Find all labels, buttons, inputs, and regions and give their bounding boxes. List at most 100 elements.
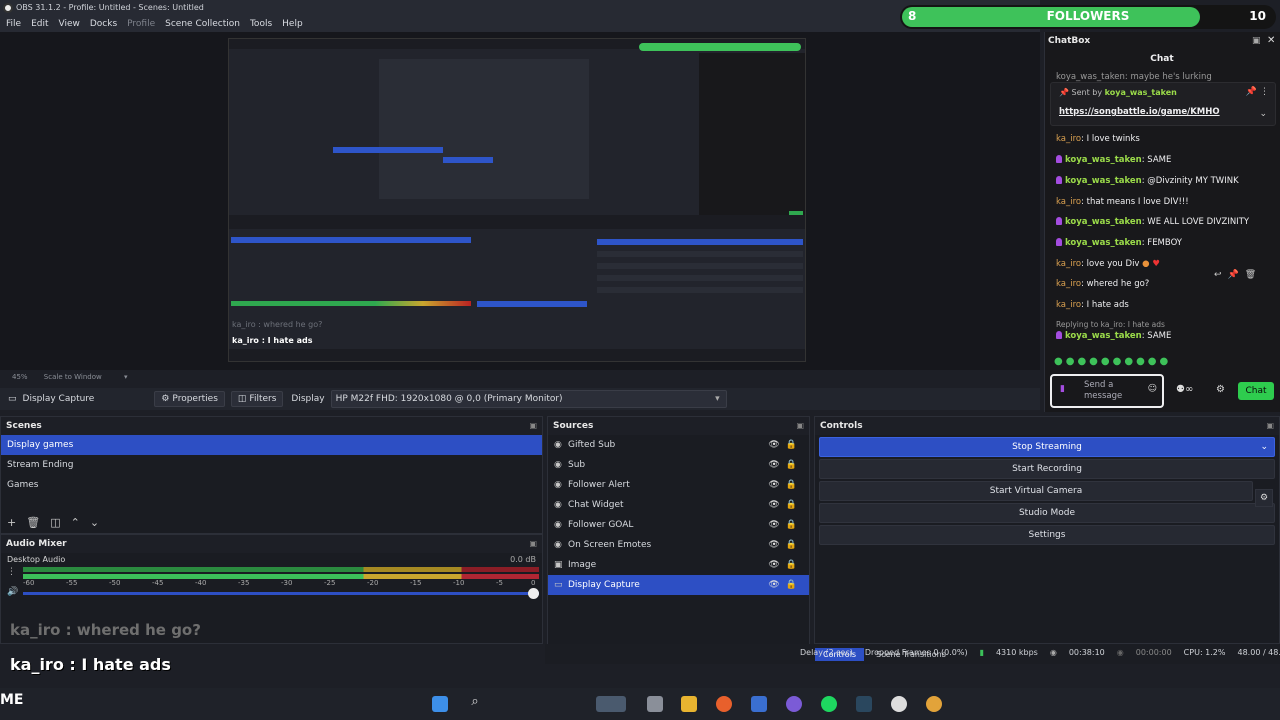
remove-scene-icon[interactable]: 🗑	[26, 516, 40, 529]
heart-icon: ♥	[1152, 259, 1160, 269]
tick-label: -5	[496, 579, 503, 587]
zoom-level[interactable]: 45%	[12, 373, 28, 381]
nested-taskbar	[229, 349, 805, 361]
app-preview-icon[interactable]	[596, 696, 626, 712]
audio-mixer-title: Audio Mixer ▣	[1, 535, 542, 553]
scene-item-games[interactable]: Games	[1, 475, 542, 495]
undock-icon[interactable]: ▣	[529, 535, 537, 553]
tick-label: -15	[410, 579, 422, 587]
monitor-icon: ▭	[8, 394, 17, 404]
start-virtual-camera-button[interactable]: Start Virtual Camera	[819, 481, 1253, 501]
start-recording-button[interactable]: Start Recording	[819, 459, 1275, 479]
menu-view[interactable]: View	[59, 16, 80, 32]
badge-icon	[1056, 331, 1062, 339]
chat-message: ka_iro: love you Div ● ♥	[1056, 259, 1160, 269]
source-item[interactable]: ◉ Follower GOAL 👁🔒	[548, 515, 809, 535]
menu-file[interactable]: File	[6, 16, 21, 32]
emote-picker-icon[interactable]: ☺	[1148, 384, 1157, 394]
nested-followers-bar	[639, 43, 801, 51]
nested-ctrl-3	[597, 275, 803, 281]
emote-icon: ●	[1142, 259, 1150, 269]
move-down-icon[interactable]: ⌄	[90, 516, 99, 529]
menu-help[interactable]: Help	[282, 16, 303, 32]
chat-message: ka_iro: that means I love DIV!!!	[1056, 197, 1189, 207]
pin-options-icon[interactable]: 📌 ⋮	[1246, 87, 1269, 97]
scenes-dock-title: Scenes ▣	[1, 417, 542, 435]
scale-mode[interactable]: Scale to Window	[44, 373, 102, 381]
menu-docks[interactable]: Docks	[90, 16, 117, 32]
menu-profile[interactable]: Profile	[127, 16, 155, 32]
microsoft-store-icon[interactable]	[751, 696, 767, 712]
properties-button[interactable]: ⚙ Properties	[154, 391, 225, 407]
undock-icon[interactable]: ▣	[796, 417, 804, 435]
channel-points-icon[interactable]: ⚉∞	[1176, 384, 1193, 395]
task-view-icon[interactable]	[647, 696, 663, 712]
preview-display-capture[interactable]	[228, 38, 806, 362]
source-item[interactable]: ◉ Gifted Sub 👁🔒	[548, 435, 809, 455]
nested-ctrl-1	[597, 251, 803, 257]
sources-dock-title: Sources ▣	[548, 417, 809, 435]
message-actions[interactable]: ↩📌🗑	[1214, 270, 1262, 280]
undock-icon[interactable]: ▣	[1266, 417, 1274, 435]
spotify-icon[interactable]	[821, 696, 837, 712]
source-item-selected[interactable]: ▭ Display Capture 👁🔒	[548, 575, 809, 595]
obs-icon[interactable]	[891, 696, 907, 712]
windows-taskbar	[0, 688, 1280, 720]
add-scene-icon[interactable]: +	[7, 516, 16, 529]
undock-icon[interactable]: ▣	[529, 417, 537, 435]
nested-stop-streaming	[597, 239, 803, 245]
firefox-icon[interactable]	[716, 696, 732, 712]
search-icon[interactable]: ⌕	[467, 694, 483, 710]
speaker-icon[interactable]: 🔊	[7, 587, 18, 597]
tick-label: -45	[152, 579, 164, 587]
chat-message: koya_was_taken: @Divzinity MY TWINK	[1056, 176, 1239, 186]
undock-icon[interactable]: ▣	[1252, 36, 1261, 46]
steam-icon[interactable]	[856, 696, 872, 712]
chat-input[interactable]: ▮ Send a message ☺	[1050, 374, 1164, 408]
tick-label: -40	[195, 579, 207, 587]
nested-ctrl-2	[597, 263, 803, 269]
pinned-link[interactable]: https://songbattle.io/game/KMHO	[1059, 107, 1220, 117]
filters-button[interactable]: ◫ Filters	[230, 391, 284, 407]
source-item[interactable]: ◉ Follower Alert 👁🔒	[548, 475, 809, 495]
chat-message: ka_iro: I love twinks	[1056, 134, 1140, 144]
studio-mode-button[interactable]: Studio Mode	[819, 503, 1275, 523]
dropped-frames: Dropped Frames 0 (0.0%)	[864, 648, 968, 657]
sources-dock: Sources ▣ ◉ Gifted Sub 👁🔒 ◉ Sub 👁🔒 ◉ Follower …	[547, 416, 810, 664]
emote-bar[interactable]: ●●●●●●●●●●	[1054, 356, 1171, 367]
followers-label: FOLLOWERS	[1046, 9, 1130, 23]
volume-slider-handle[interactable]	[528, 588, 539, 599]
close-icon[interactable]: ✕	[1267, 35, 1275, 46]
menu-edit[interactable]: Edit	[31, 16, 48, 32]
nested-preview	[379, 59, 589, 199]
chevron-down-icon[interactable]: ⌄	[1259, 109, 1267, 119]
file-explorer-icon[interactable]	[681, 696, 697, 712]
scale-dropdown-icon[interactable]: ▾	[124, 373, 128, 381]
discord-icon[interactable]	[786, 696, 802, 712]
chat-header: Chat	[1150, 54, 1174, 64]
settings-button[interactable]: Settings	[819, 525, 1275, 545]
virtual-camera-settings-icon[interactable]: ⚙	[1255, 489, 1273, 507]
volume-slider[interactable]	[23, 588, 539, 599]
tick-label: -55	[66, 579, 78, 587]
chat-send-button[interactable]: Chat	[1238, 382, 1274, 400]
move-up-icon[interactable]: ⌃	[71, 516, 80, 529]
source-item[interactable]: ◉ On Screen Emotes 👁🔒	[548, 535, 809, 555]
scene-item-display-games[interactable]: Display games	[1, 435, 542, 455]
nested-propbar	[229, 215, 805, 229]
source-item[interactable]: ▣ Image 👁🔒	[548, 555, 809, 575]
source-item[interactable]: ◉ Sub 👁🔒	[548, 455, 809, 475]
source-item[interactable]: ◉ Chat Widget 👁🔒	[548, 495, 809, 515]
windows-start-icon[interactable]	[432, 696, 448, 712]
menu-tools[interactable]: Tools	[250, 16, 272, 32]
scenes-dock: Scenes ▣ Display games Stream Ending Game…	[0, 416, 543, 534]
channel-menu-icon[interactable]: ⋮	[7, 567, 16, 577]
scene-item-stream-ending[interactable]: Stream Ending	[1, 455, 542, 475]
menu-scene-collection[interactable]: Scene Collection	[165, 16, 240, 32]
stop-streaming-button[interactable]: Stop Streaming ⌄	[819, 437, 1275, 457]
chrome-icon[interactable]	[926, 696, 942, 712]
chat-settings-icon[interactable]: ⚙	[1216, 384, 1225, 395]
display-select[interactable]: HP M22f FHD: 1920x1080 @ 0,0 (Primary Mo…	[330, 390, 727, 408]
scene-filters-icon[interactable]: ◫	[50, 516, 60, 529]
source-type-icon: ◉	[554, 460, 562, 470]
